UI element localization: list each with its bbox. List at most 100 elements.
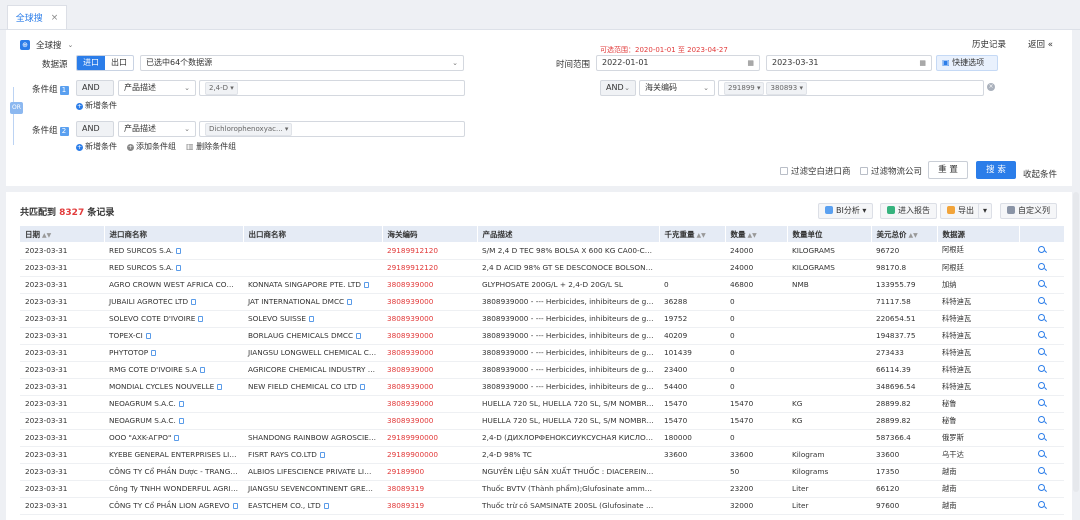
table-row[interactable]: 2023-03-31 OOO "AXK-AГPO" SHANDONG RAINBOW… [20,429,1064,447]
cell-text[interactable]: ALBIOS LIFESCIENCE PRIVATE LIMIT... [248,467,382,476]
cell-text[interactable]: BORLAUG CHEMICALS DMCC [248,331,353,340]
table-row[interactable]: 2023-03-31 Công Ty TNHH WONDERFUL AGRICU.… [20,480,1064,498]
copy-icon[interactable] [217,384,223,390]
cell-text[interactable]: SHANDONG RAINBOW AGROSCIENC... [248,433,382,442]
search-icon[interactable] [1038,501,1045,508]
search-icon[interactable] [1038,263,1045,270]
export-button[interactable]: 导出 [940,203,981,219]
copy-icon[interactable] [191,299,197,305]
cell-text[interactable]: EASTCHEM CO., LTD [248,501,321,510]
cell-text[interactable]: FISRT RAYS CO.LTD [248,450,317,459]
copy-icon[interactable] [145,333,151,339]
date-end-input[interactable]: 2023-03-31 ▦ [766,55,932,71]
table-row[interactable]: 2023-03-31 RMG COTE D'IVOIRE S.A AGRICORE … [20,361,1064,379]
group2-chip[interactable]: Dichlorophenoxyac... ▾ [205,123,293,136]
cell-text[interactable]: AGRICORE CHEMICAL INDUSTRY CO... [248,365,382,374]
search-icon[interactable] [1038,416,1045,423]
collapse-conditions-link[interactable]: 收起条件 [1023,168,1057,180]
history-link[interactable]: 历史记录 [972,38,1006,50]
table-row[interactable]: 2023-03-31 NEOAGRUM S.A.C. 3808939000 HUELL… [20,395,1064,413]
quick-options-button[interactable]: ▣ 快捷选项 [936,55,998,71]
table-row[interactable]: 2023-03-31 SOLEVO COTE D'IVOIRE SOLEVO SUI… [20,310,1064,328]
bi-analysis-button[interactable]: BI分析 ▾ [818,203,874,219]
date-start-input[interactable]: 2022-01-01 ▦ [596,55,760,71]
cell-text[interactable]: Công Ty TNHH WONDERFUL AGRICU... [109,484,243,493]
scope-selector[interactable]: ⊕ 全球搜 ⌄ [20,39,73,51]
group2-value-input[interactable]: Dichlorophenoxyac... ▾ [199,121,465,137]
cell-text[interactable]: JAT INTERNATIONAL DMCC [248,297,344,306]
tab-global-search[interactable]: 全球搜 × [7,5,67,29]
search-icon[interactable] [1038,245,1045,253]
copy-icon[interactable] [356,333,362,339]
search-icon[interactable] [1038,467,1045,474]
delete-group-button[interactable]: ▥ 删除条件组 [186,141,236,152]
cell-text[interactable]: NEOAGRUM S.A.C. [109,416,176,425]
group2-field-select[interactable]: 产品描述 ⌄ [118,121,196,137]
cell-text[interactable]: TOPEX-CI [109,331,143,340]
group1-operator[interactable]: AND [76,80,114,96]
cell-text[interactable]: RMG COTE D'IVOIRE S.A [109,365,197,374]
right-operator[interactable]: AND ⌄ [600,80,636,96]
cell-text[interactable]: OOO "AXK-AГPO" [109,433,171,442]
search-icon[interactable] [1038,348,1045,355]
table-row[interactable]: 2023-03-31 CÔNG TY Cổ PHẦN Dược - TRANG T… [20,463,1064,481]
search-icon[interactable] [1038,280,1045,287]
right-value-input[interactable]: 291899 ▾ 380893 ▾ [718,80,984,96]
copy-icon[interactable] [176,265,182,271]
datasource-select[interactable]: 已选中64个数据源 ⌄ [140,55,464,71]
right-field-select[interactable]: 海关编码 ⌄ [639,80,715,96]
right-chip-2[interactable]: 380893 ▾ [766,82,807,95]
search-icon[interactable] [1038,297,1045,304]
search-icon[interactable] [1038,365,1045,372]
copy-icon[interactable] [198,316,204,322]
export-toggle[interactable]: 出口 [105,56,133,70]
column-header[interactable]: 数量 ▲▼ [725,226,788,242]
table-row[interactable]: 2023-03-31 PHYTOTOP JIANGSU LONGWELL CHEMI… [20,344,1064,362]
remove-condition-icon[interactable]: × [987,83,995,91]
column-header[interactable]: 千克重量 ▲▼ [659,226,726,242]
search-icon[interactable] [1038,382,1045,389]
cell-text[interactable]: RED SURCOS S.A. [109,263,173,272]
cell-text[interactable]: JUBAILI AGROTEC LTD [109,297,188,306]
cell-text[interactable]: SOLEVO SUISSE [248,314,306,323]
filter-empty-checkbox[interactable]: 过滤空白进口商 [780,165,851,177]
copy-icon[interactable] [308,316,314,322]
add-group-button[interactable]: + 添加条件组 [127,141,176,152]
reset-button[interactable]: 重 置 [928,161,968,179]
search-icon[interactable] [1038,450,1045,457]
cell-text[interactable]: PHYTOTOP [109,348,148,357]
search-icon[interactable] [1038,331,1045,338]
search-icon[interactable] [1038,399,1045,406]
copy-icon[interactable] [178,418,184,424]
cell-text[interactable]: AGRO CROWN WEST AFRICA COMP... [109,280,243,289]
column-header[interactable]: 日期 ▲▼ [20,226,105,242]
copy-icon[interactable] [363,282,369,288]
copy-icon[interactable] [176,247,182,254]
back-link[interactable]: 返回 « [1028,38,1053,50]
search-icon[interactable] [1038,314,1045,321]
group2-operator[interactable]: AND [76,121,114,137]
copy-icon[interactable] [347,299,353,305]
custom-columns-button[interactable]: 自定义列 [1000,203,1057,219]
cell-text[interactable]: NEW FIELD CHEMICAL CO LTD [248,382,357,391]
copy-icon[interactable] [232,503,238,509]
add-condition-button-2[interactable]: + 新增条件 [76,141,117,152]
group1-value-input[interactable]: 2,4-D ▾ [199,80,465,96]
table-row[interactable]: 2023-03-31 RED SURCOS S.A. 29189912120 S/M … [20,242,1064,260]
close-icon[interactable]: × [51,13,59,23]
table-row[interactable]: 2023-03-31 CÔNG TY Cổ PHẦN LION AGREVO EAS… [20,497,1064,515]
enter-report-button[interactable]: 进入报告 [880,203,937,219]
filter-logistics-checkbox[interactable]: 过滤物流公司 [860,165,922,177]
table-row[interactable]: 2023-03-31 RED SURCOS S.A. 29189912120 2,4 … [20,259,1064,277]
search-icon[interactable] [1038,433,1045,440]
cell-text[interactable]: MONDIAL CYCLES NOUVELLE [109,382,214,391]
copy-icon[interactable] [359,384,365,390]
copy-icon[interactable] [323,503,329,509]
scrollbar[interactable] [1073,192,1079,492]
cell-text[interactable]: CÔNG TY Cổ PHẦN Dược - TRANG TH... [109,467,243,476]
search-icon[interactable] [1038,484,1045,491]
copy-icon[interactable] [200,367,206,373]
copy-icon[interactable] [174,435,180,441]
copy-icon[interactable] [151,350,157,356]
group1-chip[interactable]: 2,4-D ▾ [205,82,238,95]
